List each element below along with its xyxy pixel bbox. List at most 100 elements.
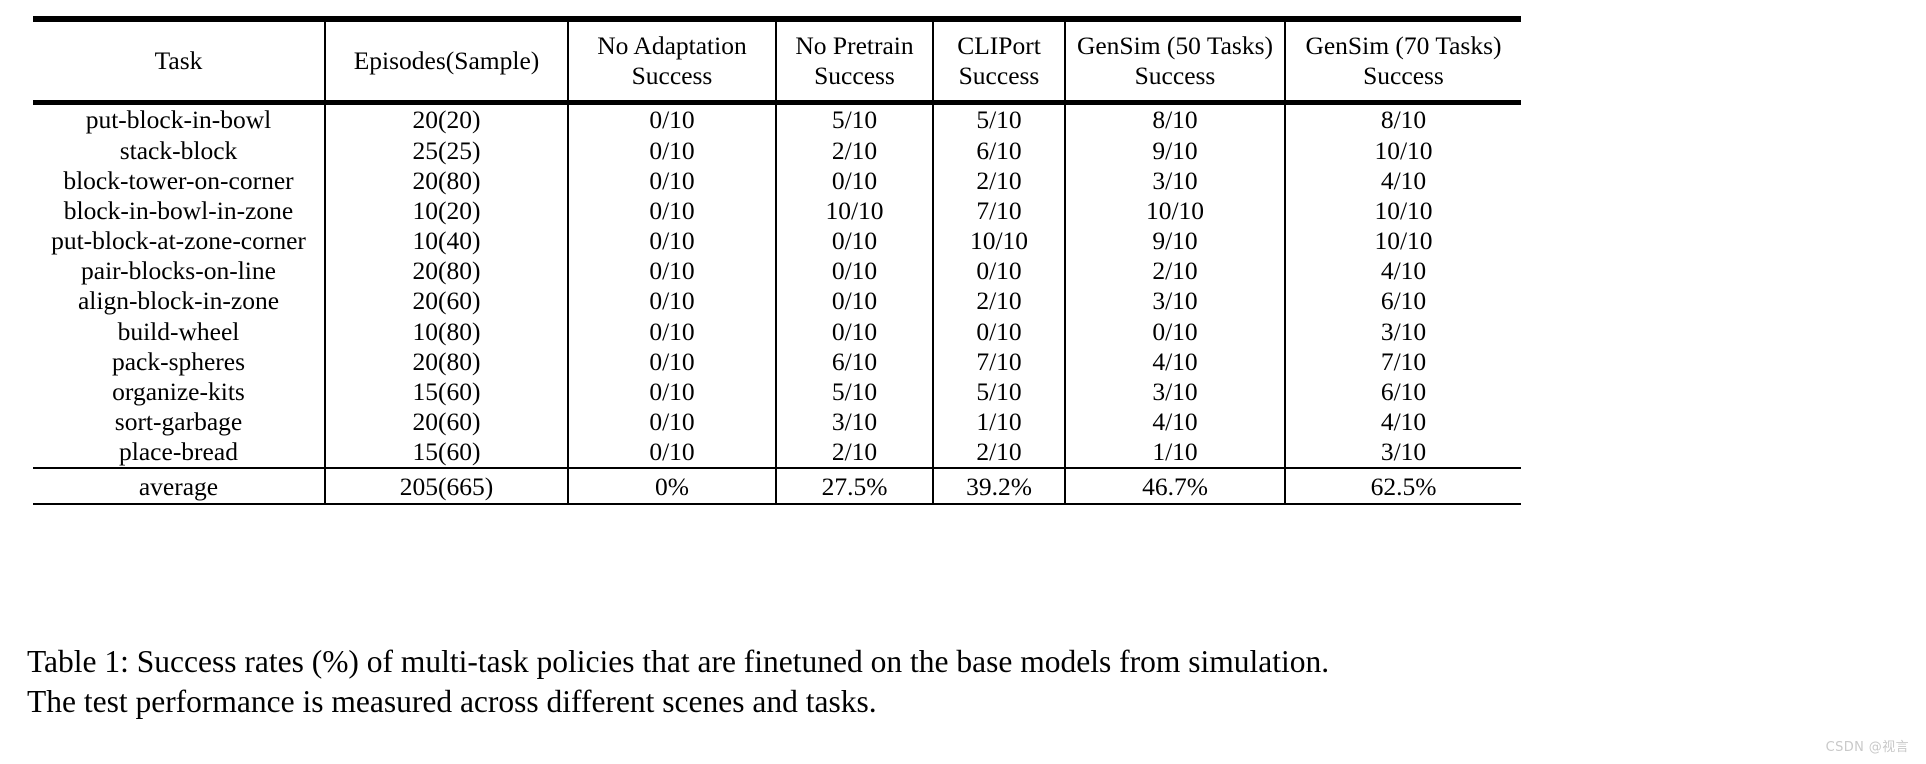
task-name-cell: sort-garbage: [114, 407, 243, 437]
task-name-cell: pack-spheres: [111, 346, 246, 376]
caption-line-2: The test performance is measured across …: [27, 684, 877, 720]
column-header-nopre: No Pretrain Success: [775, 22, 933, 103]
cell-clip: 10/10: [932, 225, 1065, 256]
cell-g70: 6/10: [1284, 376, 1521, 407]
task-name-cell: stack-block: [119, 135, 238, 165]
task-name-cell: put-block-in-bowl: [85, 105, 272, 135]
column-header-line2: Success: [814, 61, 895, 90]
cell-noadapt: 0/10: [567, 346, 776, 377]
cell-noadapt: 0/10: [567, 286, 776, 317]
cell-nopre: 3/10: [775, 406, 933, 438]
cell-ep: 20(80): [324, 165, 568, 196]
cell-ep: 10(80): [324, 316, 568, 347]
cell-nopre: 2/10: [775, 135, 933, 166]
task-name-cell: block-in-bowl-in-zone: [63, 195, 294, 225]
cell-g70: 7/10: [1284, 346, 1521, 377]
cell-noadapt: 0/10: [567, 105, 776, 136]
cell-clip: 2/10: [932, 286, 1065, 317]
table-container: Task Episodes(Sample) No Adaptation Success…: [33, 16, 1521, 507]
cell-g70: 10/10: [1284, 225, 1521, 256]
cell-clip: 7/10: [932, 346, 1065, 377]
column-header-g50: GenSim (50 Tasks) Success: [1064, 22, 1285, 103]
cell-clip: 2/10: [932, 165, 1065, 196]
cell-noadapt: 0/10: [567, 165, 776, 196]
table-caption: Table 1: Success rates (%) of multi-task…: [27, 642, 1907, 723]
cell-noadapt: 0/10: [567, 316, 776, 347]
table-row: pack-spheres 20(80) 0/10 6/10 7/10 4/10 7/10: [33, 346, 1521, 377]
cell-clip: 7/10: [932, 195, 1065, 226]
cell-nopre: 5/10: [775, 105, 933, 136]
cell-ep: 20(80): [324, 255, 568, 287]
column-header-line2: Success: [1134, 61, 1216, 90]
cell-ep: 20(80): [324, 346, 568, 377]
cell-g70: 3/10: [1284, 316, 1521, 347]
table-row: stack-block 25(25) 0/10 2/10 6/10 9/10 10/10: [33, 135, 1521, 166]
task-name-cell: put-block-at-zone-corner: [51, 226, 306, 256]
cell-g70: 10/10: [1284, 195, 1521, 226]
cell-ep: 25(25): [324, 135, 568, 166]
task-name-cell: build-wheel: [117, 316, 240, 346]
column-header-line2: Success: [1363, 61, 1444, 90]
cell-ep: 15(60): [324, 376, 568, 407]
cell-clip: 0/10: [932, 255, 1065, 287]
average-g70: 62.5%: [1284, 469, 1521, 505]
column-header-line1: No Pretrain: [795, 30, 914, 60]
cell-g70: 3/10: [1284, 437, 1521, 469]
average-ep: 205(665): [324, 469, 568, 505]
cell-g50: 9/10: [1064, 225, 1285, 256]
cell-clip: 2/10: [932, 437, 1065, 469]
table-row: sort-garbage 20(60) 0/10 3/10 1/10 4/10 4/10: [33, 406, 1521, 438]
cell-g50: 1/10: [1064, 437, 1285, 469]
column-header-clip: CLIPort Success: [932, 22, 1065, 103]
column-header-line1: CLIPort: [957, 30, 1041, 60]
cell-noadapt: 0/10: [567, 255, 776, 287]
average-nopre: 27.5%: [775, 469, 933, 505]
column-header-task: Task: [33, 22, 325, 103]
cell-clip: 6/10: [932, 135, 1065, 166]
table-row: block-tower-on-corner 20(80) 0/10 0/10 2/10 3…: [33, 165, 1521, 196]
paper-table-figure: Task Episodes(Sample) No Adaptation Success…: [0, 0, 1926, 764]
cell-noadapt: 0/10: [567, 437, 776, 469]
cell-noadapt: 0/10: [567, 135, 776, 166]
cell-g50: 0/10: [1064, 316, 1285, 347]
cell-ep: 20(60): [324, 406, 568, 438]
cell-g50: 4/10: [1064, 346, 1285, 377]
column-header-g70: GenSim (70 Tasks) Success: [1284, 22, 1521, 103]
cell-g50: 3/10: [1064, 165, 1285, 196]
cell-nopre: 0/10: [775, 255, 933, 287]
table-row: build-wheel 10(80) 0/10 0/10 0/10 0/10 3/10: [33, 316, 1521, 347]
task-name-cell: block-tower-on-corner: [63, 165, 294, 195]
cell-g70: 4/10: [1284, 255, 1521, 287]
task-name-cell: place-bread: [119, 437, 238, 467]
column-header-line1: GenSim (50 Tasks): [1076, 30, 1274, 60]
cell-ep: 10(40): [324, 225, 568, 256]
cell-ep: 10(20): [324, 195, 568, 226]
column-header-line1: GenSim (70 Tasks): [1305, 30, 1502, 60]
cell-g70: 4/10: [1284, 165, 1521, 196]
column-header-noadapt: No Adaptation Success: [567, 22, 776, 103]
cell-g50: 3/10: [1064, 376, 1285, 407]
cell-noadapt: 0/10: [567, 195, 776, 226]
task-name-cell: pair-blocks-on-line: [81, 256, 276, 286]
table-row: pair-blocks-on-line 20(80) 0/10 0/10 0/10 2/1…: [33, 255, 1521, 287]
table-row: align-block-in-zone 20(60) 0/10 0/10 2/10 3/1…: [33, 286, 1521, 317]
cell-nopre: 0/10: [775, 286, 933, 317]
cell-ep: 15(60): [324, 437, 568, 469]
column-header-ep: Episodes(Sample): [324, 22, 568, 103]
cell-noadapt: 0/10: [567, 406, 776, 438]
column-header-line1: Task: [154, 45, 203, 75]
cell-g70: 6/10: [1284, 286, 1521, 317]
cell-nopre: 2/10: [775, 437, 933, 469]
results-table: Task Episodes(Sample) No Adaptation Success…: [33, 16, 1521, 507]
cell-g70: 10/10: [1284, 135, 1521, 166]
cell-ep: 20(20): [324, 105, 568, 136]
cell-g70: 4/10: [1284, 406, 1521, 438]
cell-nopre: 0/10: [775, 225, 933, 256]
cell-nopre: 0/10: [775, 316, 933, 347]
cell-noadapt: 0/10: [567, 376, 776, 407]
average-label: average: [138, 471, 219, 501]
column-header-line2: Success: [958, 61, 1040, 90]
average-noadapt: 0%: [567, 469, 776, 505]
cell-nopre: 5/10: [775, 376, 933, 407]
column-header-line1: Episodes(Sample): [353, 45, 540, 75]
